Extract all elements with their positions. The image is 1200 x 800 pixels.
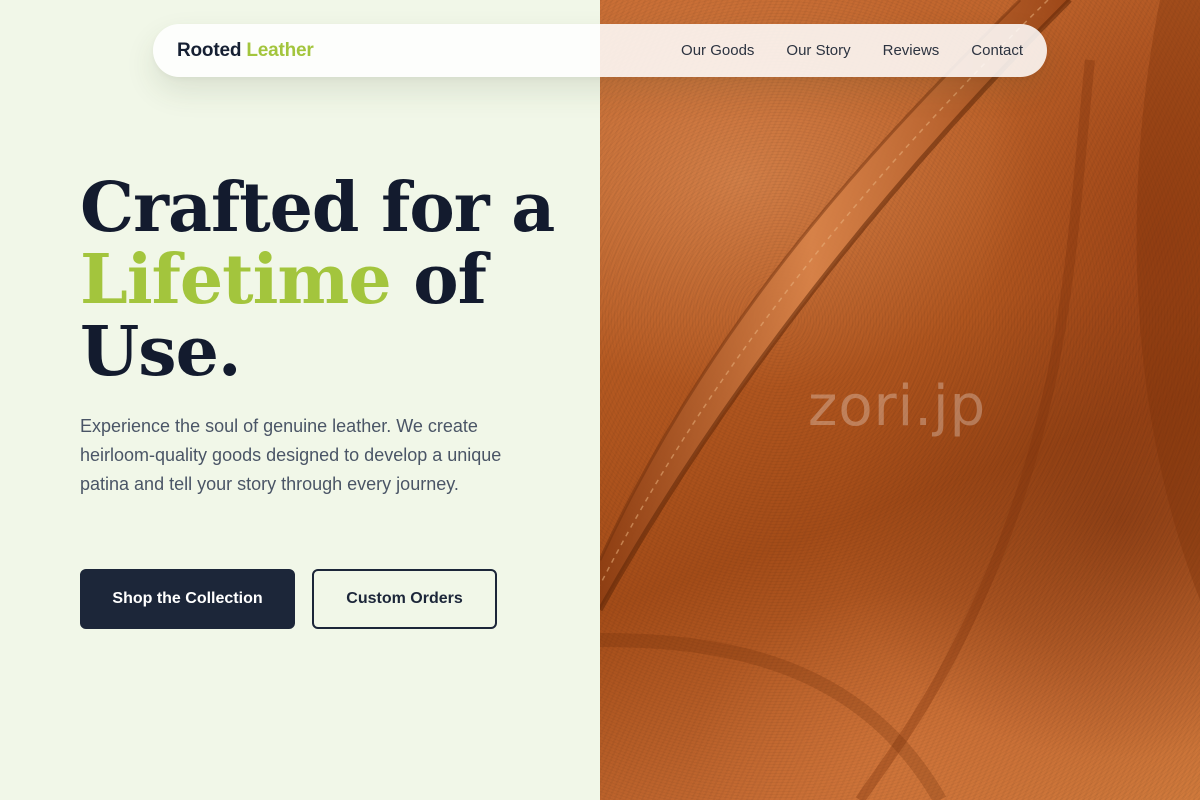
nav-links: Our Goods Our Story Reviews Contact (681, 42, 1023, 59)
page: zori.jp Rooted Leather Our Goods Our Sto… (0, 0, 1200, 800)
brand-name-accent: Leather (246, 39, 314, 61)
shop-collection-button[interactable]: Shop the Collection (80, 569, 295, 629)
watermark-text: zori.jp (808, 374, 987, 439)
nav-link-our-goods[interactable]: Our Goods (681, 42, 754, 59)
hero-description: Experience the soul of genuine leather. … (80, 416, 502, 494)
cta-buttons: Shop the Collection Custom Orders (80, 569, 497, 629)
hero-title-line-1: Crafted for a (80, 168, 555, 248)
hero-left-panel (0, 0, 600, 800)
hero-title: Crafted for a Lifetime of Use. (80, 172, 580, 388)
hero-title-line-3: Use. (80, 312, 242, 392)
hero-image: zori.jp (600, 0, 1200, 800)
navbar: Rooted Leather Our Goods Our Story Revie… (153, 24, 1047, 77)
hero-title-line-2-rest: of (390, 240, 487, 320)
nav-link-contact[interactable]: Contact (971, 42, 1023, 59)
brand-logo[interactable]: Rooted Leather (177, 40, 314, 62)
brand-name-primary: Rooted (177, 39, 242, 61)
custom-orders-button[interactable]: Custom Orders (312, 569, 497, 629)
nav-link-reviews[interactable]: Reviews (883, 42, 940, 59)
nav-link-our-story[interactable]: Our Story (786, 42, 850, 59)
hero-title-highlight: Lifetime (80, 240, 392, 320)
